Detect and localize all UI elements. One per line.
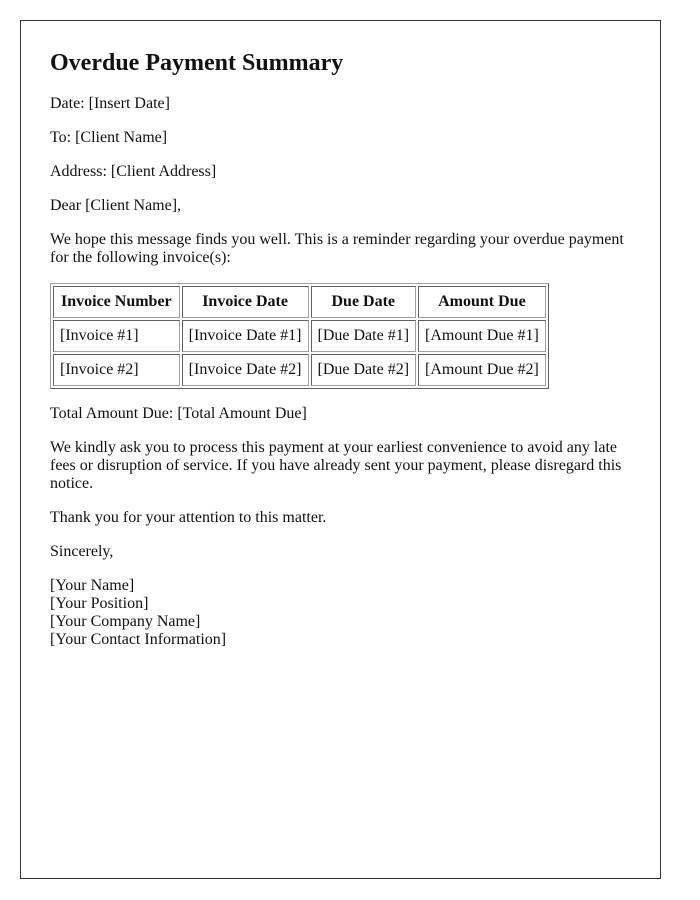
cell-invoice-number: [Invoice #2] (53, 354, 180, 386)
cell-due-date: [Due Date #1] (310, 320, 417, 352)
cell-invoice-number: [Invoice #1] (53, 320, 180, 352)
cell-invoice-date: [Invoice Date #1] (181, 320, 309, 352)
cell-due-date: [Due Date #2] (310, 354, 417, 386)
thanks-paragraph: Thank you for your attention to this mat… (50, 509, 327, 526)
signature-contact: [Your Contact Information] (50, 631, 227, 648)
column-header-invoice-number: Invoice Number (53, 286, 180, 318)
signature-company: [Your Company Name] (50, 613, 201, 630)
column-header-invoice-date: Invoice Date (181, 286, 309, 318)
page-title: Overdue Payment Summary (50, 50, 344, 76)
letter-container: Overdue Payment Summary Date: [Insert Da… (20, 20, 661, 879)
cell-invoice-date: [Invoice Date #2] (181, 354, 309, 386)
cell-amount-due: [Amount Due #1] (418, 320, 546, 352)
table-header-row: Invoice Number Invoice Date Due Date Amo… (53, 286, 546, 318)
salutation: Dear [Client Name], (50, 197, 182, 214)
request-paragraph: We kindly ask you to process this paymen… (50, 439, 622, 492)
cell-amount-due: [Amount Due #2] (418, 354, 546, 386)
intro-paragraph: We hope this message finds you well. Thi… (50, 231, 624, 266)
signature-block: [Your Name] [Your Position] [Your Compan… (50, 577, 631, 649)
column-header-due-date: Due Date (310, 286, 417, 318)
invoice-table: Invoice Number Invoice Date Due Date Amo… (50, 283, 549, 389)
date-line: Date: [Insert Date] (50, 95, 170, 112)
table-row: [Invoice #1] [Invoice Date #1] [Due Date… (53, 320, 546, 352)
recipient-line: To: [Client Name] (50, 129, 168, 146)
column-header-amount-due: Amount Due (418, 286, 546, 318)
table-row: [Invoice #2] [Invoice Date #2] [Due Date… (53, 354, 546, 386)
total-amount-line: Total Amount Due: [Total Amount Due] (50, 405, 307, 422)
signature-name: [Your Name] (50, 577, 135, 594)
closing: Sincerely, (50, 543, 114, 560)
address-line: Address: [Client Address] (50, 163, 217, 180)
signature-position: [Your Position] (50, 595, 149, 612)
